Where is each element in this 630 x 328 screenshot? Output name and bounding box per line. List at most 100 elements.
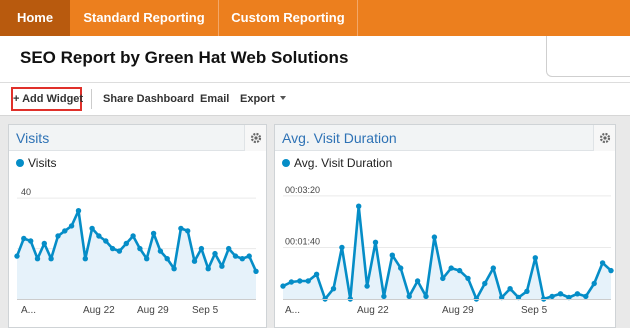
data-point[interactable]: [280, 283, 286, 289]
data-point[interactable]: [144, 256, 150, 262]
data-point[interactable]: [191, 258, 198, 264]
add-widget-button[interactable]: + Add Widget: [11, 87, 83, 111]
data-point[interactable]: [212, 250, 218, 257]
x-tick-label: Aug 29: [137, 305, 169, 316]
data-point[interactable]: [574, 291, 581, 297]
data-point[interactable]: [28, 238, 34, 244]
data-point[interactable]: [356, 203, 362, 209]
gear-icon[interactable]: [244, 125, 266, 151]
data-point[interactable]: [219, 263, 225, 269]
data-point[interactable]: [226, 245, 232, 252]
data-point[interactable]: [232, 253, 239, 259]
data-point[interactable]: [288, 279, 295, 285]
data-point[interactable]: [68, 223, 75, 229]
data-point[interactable]: [440, 275, 446, 282]
data-point[interactable]: [583, 293, 589, 300]
data-point[interactable]: [398, 265, 404, 271]
toolbar-divider: [91, 89, 92, 109]
data-point[interactable]: [75, 208, 82, 214]
top-nav: Home Standard Reporting Custom Reporting: [0, 0, 630, 36]
data-point[interactable]: [116, 248, 123, 254]
widget-avg-visit-duration: Avg. Visit Duration Avg. Visit Duration …: [274, 124, 616, 328]
data-point[interactable]: [423, 293, 429, 300]
data-point[interactable]: [137, 245, 143, 252]
x-tick-label: Sep 5: [192, 305, 219, 316]
data-point[interactable]: [171, 266, 177, 272]
y-tick-label: 40: [21, 187, 31, 197]
data-point[interactable]: [62, 228, 68, 234]
data-point[interactable]: [253, 268, 259, 274]
tab-custom-reporting[interactable]: Custom Reporting: [219, 0, 357, 36]
data-point[interactable]: [21, 235, 27, 242]
data-point[interactable]: [185, 228, 191, 234]
data-point[interactable]: [557, 291, 564, 297]
export-button[interactable]: Export: [240, 93, 286, 105]
data-point[interactable]: [109, 245, 116, 252]
tab-divider: [357, 0, 358, 36]
data-point[interactable]: [178, 225, 184, 232]
data-point[interactable]: [465, 275, 471, 282]
data-point[interactable]: [490, 265, 496, 271]
data-point[interactable]: [381, 293, 387, 300]
page-title: SEO Report by Green Hat Web Solutions: [20, 48, 349, 67]
gear-icon[interactable]: [593, 125, 615, 151]
data-point[interactable]: [591, 280, 597, 287]
data-point[interactable]: [330, 286, 337, 292]
data-point[interactable]: [157, 248, 164, 254]
data-point[interactable]: [456, 267, 463, 274]
data-point[interactable]: [82, 256, 89, 262]
data-point[interactable]: [164, 256, 170, 262]
data-point[interactable]: [48, 256, 54, 262]
data-point[interactable]: [103, 238, 109, 244]
data-point[interactable]: [130, 233, 136, 239]
tab-standard-reporting[interactable]: Standard Reporting: [70, 0, 218, 36]
data-point[interactable]: [313, 271, 320, 277]
data-point[interactable]: [372, 239, 379, 245]
chevron-down-icon: [279, 96, 286, 100]
data-point[interactable]: [608, 267, 614, 274]
data-point[interactable]: [239, 256, 245, 262]
tab-home[interactable]: Home: [0, 0, 70, 36]
data-point[interactable]: [482, 280, 488, 287]
data-point[interactable]: [448, 265, 454, 271]
data-point[interactable]: [532, 255, 538, 261]
widget-title: Avg. Visit Duration: [282, 130, 397, 146]
legend-label: Visits: [28, 156, 57, 170]
share-dashboard-button[interactable]: Share Dashboard: [103, 93, 194, 105]
data-point[interactable]: [89, 225, 95, 232]
legend-dot-icon: [282, 159, 290, 167]
data-point[interactable]: [297, 278, 303, 284]
x-tick-label: A...: [285, 305, 300, 316]
widget-header: Avg. Visit Duration: [275, 125, 615, 151]
export-label: Export: [240, 93, 275, 105]
data-point[interactable]: [524, 288, 530, 294]
data-point[interactable]: [41, 240, 47, 247]
y-tick-label: 00:03:20: [285, 185, 320, 195]
data-point[interactable]: [96, 233, 102, 239]
data-point[interactable]: [150, 230, 157, 237]
legend-label: Avg. Visit Duration: [294, 156, 393, 170]
x-tick-label: Aug 29: [442, 305, 474, 316]
series-area: [283, 206, 611, 299]
account-panel: [546, 36, 630, 77]
data-point[interactable]: [305, 278, 311, 284]
data-point[interactable]: [55, 233, 61, 239]
data-point[interactable]: [599, 260, 606, 266]
data-point[interactable]: [507, 286, 513, 292]
data-point[interactable]: [414, 278, 421, 284]
x-tick-label: Aug 22: [357, 305, 389, 316]
data-point[interactable]: [34, 256, 41, 262]
data-point[interactable]: [339, 244, 345, 251]
data-point[interactable]: [389, 252, 395, 258]
visits-chart: 4020A...Aug 22Aug 29Sep 5: [14, 187, 259, 316]
email-button[interactable]: Email: [200, 93, 229, 105]
data-point[interactable]: [364, 283, 370, 289]
data-point[interactable]: [123, 240, 129, 247]
data-point[interactable]: [406, 293, 412, 300]
data-point[interactable]: [205, 266, 211, 272]
data-point[interactable]: [198, 245, 205, 252]
data-point[interactable]: [14, 253, 20, 259]
data-point[interactable]: [246, 253, 252, 259]
data-point[interactable]: [549, 293, 555, 300]
data-point[interactable]: [431, 234, 438, 240]
